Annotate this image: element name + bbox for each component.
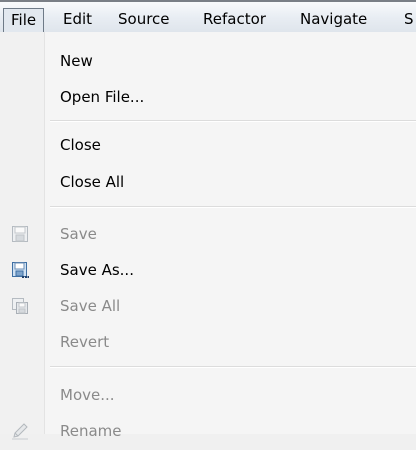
menu-navigate[interactable]: Navigate <box>300 8 367 32</box>
menu-item-move-label: Move... <box>60 386 115 404</box>
menu-search[interactable]: S <box>404 8 414 32</box>
menu-edit[interactable]: Edit <box>63 8 92 32</box>
menu-item-new-label: New <box>60 52 93 70</box>
menu-item-rename-label: Rename <box>60 422 122 440</box>
menu-item-close-label: Close <box>60 136 101 154</box>
menu-item-save-label: Save <box>60 225 97 243</box>
menu-separator <box>50 366 416 368</box>
save-all-icon <box>11 297 29 315</box>
menu-item-revert-label: Revert <box>60 333 110 351</box>
menu-separator <box>50 206 416 208</box>
menu-item-save-all-label: Save All <box>60 297 121 315</box>
menu-item-save-as[interactable]: Save As... <box>0 253 416 289</box>
menu-item-revert[interactable]: Revert <box>0 325 416 361</box>
menu-separator <box>50 120 416 122</box>
menu-file[interactable]: File <box>3 8 45 32</box>
menu-item-save[interactable]: Save <box>0 217 416 253</box>
menu-item-new[interactable]: New <box>0 44 416 80</box>
menu-item-close[interactable]: Close <box>0 128 416 164</box>
menu-refactor[interactable]: Refactor <box>203 8 266 32</box>
menu-item-close-all[interactable]: Close All <box>0 165 416 201</box>
menu-item-open-file-label: Open File... <box>60 88 145 106</box>
save-icon <box>11 225 29 243</box>
menu-item-close-all-label: Close All <box>60 173 125 191</box>
menu-item-rename[interactable]: Rename <box>0 414 416 450</box>
menu-item-save-as-label: Save As... <box>60 261 134 279</box>
menu-item-open-file[interactable]: Open File... <box>0 80 416 116</box>
menu-bar: File Edit Source Refactor Navigate S <box>0 0 416 33</box>
file-menu-dropdown: New Open File... Close Close All Save Sa… <box>0 32 416 440</box>
rename-icon <box>11 422 29 440</box>
menu-source[interactable]: Source <box>118 8 170 32</box>
window-edge <box>0 0 416 2</box>
save-as-icon <box>11 261 29 279</box>
menu-item-move[interactable]: Move... <box>0 378 416 414</box>
menu-item-save-all[interactable]: Save All <box>0 289 416 325</box>
